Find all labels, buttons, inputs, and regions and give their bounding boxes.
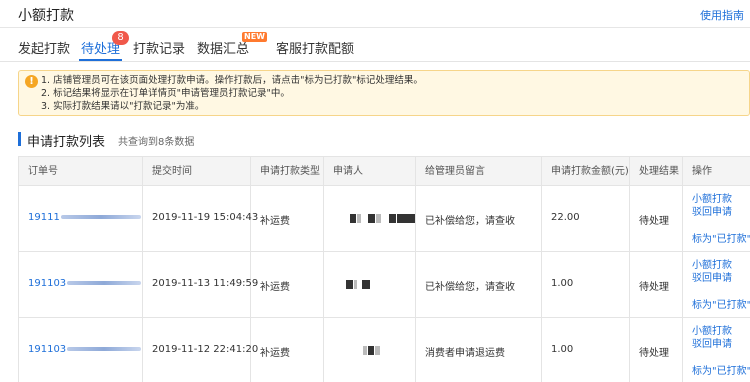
amount-cell: 22.00 [542,186,630,252]
actions-cell: 小额打款 驳回申请 标为"已打款" [683,186,750,252]
payment-amount: 1.00 [551,344,574,355]
tab-service-quota[interactable]: 客服打款配额 [276,38,354,57]
order-number-link[interactable]: 191103 [28,278,66,289]
admin-message: 已补偿给您，请查收 [425,216,515,227]
mark-paid-button[interactable]: 标为"已打款" [692,299,750,312]
column-header: 订单号 [19,157,143,187]
payment-type: 补运费 [260,282,290,293]
reject-request-button[interactable]: 驳回申请 [692,272,750,285]
order-number-link[interactable]: 19111 [28,212,60,223]
small-payment-button[interactable]: 小额打款 [692,193,750,206]
tab-bar: 发起打款 待处理 8 打款记录 数据汇总 NEW 客服打款配额 [0,28,750,62]
type-cell: 补运费 [251,186,324,252]
notice-text: 1. 店铺管理员可在该页面处理打款申请。操作打款后，请点击"标为已打款"标记处理… [41,74,423,113]
pending-count-badge: 8 [112,31,129,45]
message-cell: 消费者申请退运费 [416,318,542,382]
time-cell: 2019-11-12 22:41:20 [143,318,258,382]
tab-initiate-payment[interactable]: 发起打款 [18,38,70,57]
actions-cell: 小额打款 驳回申请 标为"已打款" [683,252,750,318]
column-header: 操作 [692,166,712,177]
submit-time: 2019-11-13 11:49:59 [152,278,259,289]
mark-paid-button[interactable]: 标为"已打款" [692,365,750,378]
applicant-cell [324,186,416,252]
section-accent-bar [18,132,21,146]
order-cell: 191103 [19,318,143,382]
payment-amount: 1.00 [551,278,574,289]
result-count: 共查询到8条数据 [118,137,195,148]
payment-type: 补运费 [260,348,290,359]
column-header: 处理结果 [630,157,683,187]
actions-cell: 小额打款 驳回申请 标为"已打款" [683,318,750,382]
table-row: 191103 2019-11-12 22:41:20 补运费 消费者申请退运费 … [19,318,750,382]
column-header: 申请人 [324,157,416,187]
order-cell: 19111 [19,186,143,252]
redacted-order-digits [67,347,142,351]
time-cell: 2019-11-13 11:49:59 [143,252,258,318]
table-row: 19111 2019-11-19 15:04:43 补运费 已补偿给您，请查收 … [19,186,750,252]
status-cell: 待处理 [630,252,683,318]
applicant-cell [324,252,416,318]
small-payment-button[interactable]: 小额打款 [692,325,750,338]
table-row: 191103 2019-11-13 11:49:59 补运费 已补偿给您，请查收… [19,252,750,318]
help-link[interactable]: 使用指南 [700,7,744,23]
new-badge: NEW [242,32,267,42]
active-tab-indicator [79,59,123,61]
notice-line: 1. 店铺管理员可在该页面处理打款申请。操作打款后，请点击"标为已打款"标记处理… [41,75,423,86]
amount-cell: 1.00 [542,252,630,318]
tab-payment-records[interactable]: 打款记录 [133,38,185,57]
submit-time: 2019-11-19 15:04:43 [152,212,259,223]
message-cell: 已补偿给您，请查收 [416,186,542,252]
status-cell: 待处理 [630,186,683,252]
reject-request-button[interactable]: 驳回申请 [692,206,750,219]
message-cell: 已补偿给您，请查收 [416,252,542,318]
reject-request-button[interactable]: 驳回申请 [692,338,750,351]
small-payment-button[interactable]: 小额打款 [692,259,750,272]
amount-cell: 1.00 [542,318,630,382]
admin-message: 消费者申请退运费 [425,348,505,359]
page-title: 小额打款 [18,8,74,24]
submit-time: 2019-11-12 22:41:20 [152,344,259,355]
column-header: 给管理员留言 [416,157,542,187]
table-header: 订单号 提交时间 申请打款类型 申请人 给管理员留言 申请打款金额(元) 处理结… [19,156,750,187]
warning-icon: ! [25,75,38,88]
payment-type: 补运费 [260,216,290,227]
notice-line: 3. 实际打款结果请以"打款记录"为准。 [41,101,205,112]
status-cell: 待处理 [630,318,683,382]
redacted-order-digits [67,281,142,285]
applicant-cell [324,318,416,382]
process-status: 待处理 [639,348,669,359]
section-title: 申请打款列表 [27,135,106,150]
column-header: 提交时间 [143,157,251,187]
order-number-link[interactable]: 191103 [28,344,66,355]
column-header: 申请打款类型 [251,157,324,187]
type-cell: 补运费 [251,252,324,318]
page-header: 小额打款 使用指南 [0,0,750,28]
payment-request-table: 订单号 提交时间 申请打款类型 申请人 给管理员留言 申请打款金额(元) 处理结… [18,156,750,382]
tab-pending-label: 待处理 [81,42,121,57]
redacted-order-digits [60,215,141,219]
time-cell: 2019-11-19 15:04:43 [143,186,258,252]
admin-message: 已补偿给您，请查收 [425,282,515,293]
process-status: 待处理 [639,216,669,227]
notice-banner: ! 1. 店铺管理员可在该页面处理打款申请。操作打款后，请点击"标为已打款"标记… [18,70,750,116]
column-header: 申请打款金额(元) [542,157,630,187]
mark-paid-button[interactable]: 标为"已打款" [692,233,750,246]
process-status: 待处理 [639,282,669,293]
notice-line: 2. 标记结果将显示在订单详情页"申请管理员打款记录"中。 [41,88,290,99]
type-cell: 补运费 [251,318,324,382]
order-cell: 191103 [19,252,143,318]
payment-amount: 22.00 [551,212,580,223]
